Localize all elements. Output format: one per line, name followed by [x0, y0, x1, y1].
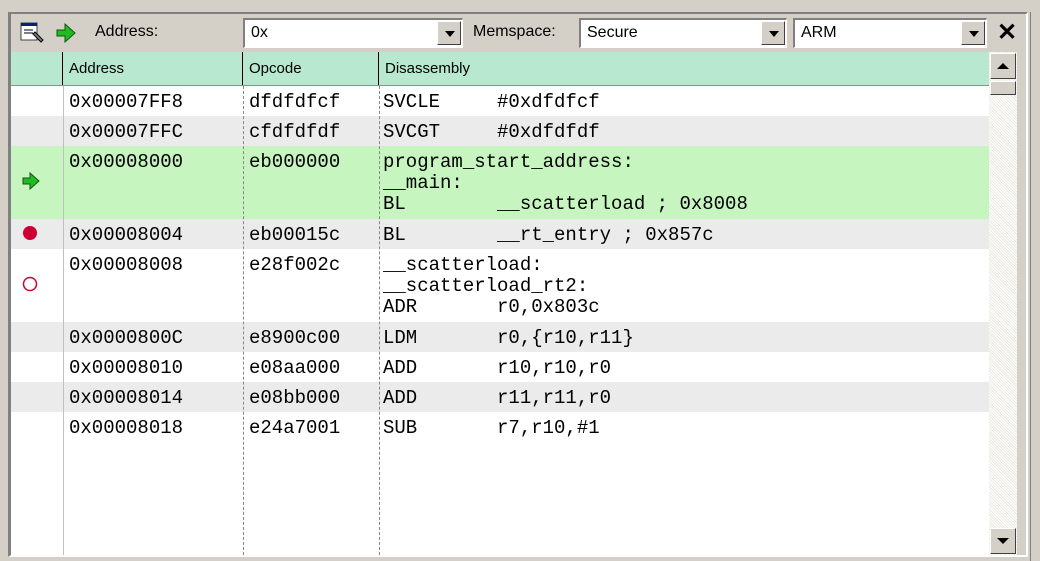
opcode-cell: e24a7001: [249, 417, 341, 439]
disassembly-cell: ADD r10,r10,r0: [383, 357, 612, 379]
row-gutter[interactable]: [11, 249, 63, 322]
disassembly-cell: ADD r11,r11,r0: [383, 387, 612, 409]
opcode-cell: eb000000: [249, 151, 341, 173]
disassembly-cell: LDM r0,{r10,r11}: [383, 327, 634, 349]
column-header-opcode[interactable]: Opcode: [243, 52, 379, 85]
address-cell: 0x00007FFC: [69, 121, 184, 143]
address-cell: 0x00008000: [69, 151, 184, 173]
memspace-label: Memspace:: [473, 23, 556, 40]
address-dropdown-button[interactable]: [437, 21, 461, 45]
address-cell: 0x00007FF8: [69, 91, 184, 113]
instruction-mode-value: ARM: [801, 24, 837, 41]
memspace-dropdown-button[interactable]: [761, 21, 785, 45]
toolbar: Address: 0x Memspace: Secure ARM ✕: [11, 14, 1026, 52]
go-to-pc-arrow-icon[interactable]: [53, 20, 79, 46]
disassembly-row[interactable]: 0x00008014 e08bb000 ADD r11,r11,r0: [11, 382, 989, 412]
disassembly-row[interactable]: 0x00008010 e08aa000 ADD r10,r10,r0: [11, 352, 989, 382]
address-input[interactable]: 0x: [251, 24, 268, 42]
opcode-cell: e28f002c: [249, 254, 341, 276]
address-label: Address:: [95, 23, 159, 40]
column-header-address[interactable]: Address: [63, 52, 243, 85]
disassembly-cell: __scatterload:: [383, 254, 543, 276]
memspace-combo[interactable]: Secure: [579, 18, 787, 48]
disassembly-cell: __scatterload_rt2:: [383, 275, 589, 297]
address-cell: 0x00008010: [69, 357, 184, 379]
opcode-cell: cfdfdfdf: [249, 121, 341, 143]
breakpoint-icon: [21, 223, 41, 248]
column-separator: [63, 86, 64, 555]
column-separator: [243, 86, 244, 555]
disassembly-cell: BL __rt_entry ; 0x857c: [383, 224, 714, 246]
row-gutter[interactable]: [11, 322, 63, 352]
properties-icon[interactable]: [19, 20, 45, 46]
disassembly-cell: BL __scatterload ; 0x8008: [383, 193, 748, 215]
chevron-up-icon: [997, 63, 1009, 69]
opcode-cell: e08aa000: [249, 357, 341, 379]
scroll-down-button[interactable]: [990, 528, 1016, 554]
column-header-disassembly[interactable]: Disassembly: [379, 52, 989, 85]
disassembly-cell: __main:: [383, 172, 463, 194]
disassembly-row[interactable]: 0x00007FF8 dfdfdfcf SVCLE #0xdfdfcf: [11, 86, 989, 116]
address-cell: 0x00008014: [69, 387, 184, 409]
current-pc-arrow-icon: [21, 171, 41, 196]
disassembly-row[interactable]: 0x00007FFC cfdfdfdf SVCGT #0xdfdfdf: [11, 116, 989, 146]
disassembly-window: Address: 0x Memspace: Secure ARM ✕ Addre…: [8, 12, 1028, 557]
disassembly-row[interactable]: 0x00008000 eb000000 program_start_address:…: [11, 146, 989, 219]
row-gutter[interactable]: [11, 412, 63, 442]
disassembly-row[interactable]: 0x00008008 e28f002c __scatterload: __scatte…: [11, 249, 989, 322]
opcode-cell: eb00015c: [249, 224, 341, 246]
disassembly-row[interactable]: 0x00008018 e24a7001 SUB r7,r10,#1: [11, 412, 989, 442]
adjacent-pane-edge: [1030, 12, 1040, 561]
address-cell: 0x00008008: [69, 254, 184, 276]
disassembly-row[interactable]: 0x00008004 eb00015c BL __rt_entry ; 0x857c: [11, 219, 989, 249]
column-separator: [379, 86, 380, 555]
address-cell: 0x0000800C: [69, 327, 184, 349]
address-combo[interactable]: 0x: [243, 18, 463, 48]
disassembly-cell: SVCGT #0xdfdfdf: [383, 121, 600, 143]
disassembly-cell: program_start_address:: [383, 151, 634, 173]
disabled-breakpoint-icon: [21, 274, 41, 299]
instruction-mode-dropdown-button[interactable]: [961, 21, 985, 45]
address-cell: 0x00008018: [69, 417, 184, 439]
opcode-cell: e8900c00: [249, 327, 341, 349]
close-button[interactable]: ✕: [994, 20, 1020, 46]
row-gutter[interactable]: [11, 219, 63, 249]
scroll-thumb[interactable]: [990, 81, 1016, 95]
disassembly-grid: Address Opcode Disassembly 0x00007FF8 dfd…: [11, 52, 989, 555]
row-gutter[interactable]: [11, 146, 63, 219]
row-gutter[interactable]: [11, 352, 63, 382]
column-header-row: Address Opcode Disassembly: [11, 52, 989, 86]
disassembly-cell: ADR r0,0x803c: [383, 296, 600, 318]
address-cell: 0x00008004: [69, 224, 184, 246]
opcode-cell: e08bb000: [249, 387, 341, 409]
disassembly-cell: SUB r7,r10,#1: [383, 417, 600, 439]
row-gutter[interactable]: [11, 382, 63, 412]
vertical-scrollbar[interactable]: [989, 52, 1017, 555]
chevron-down-icon: [997, 538, 1009, 544]
memspace-value: Secure: [587, 24, 638, 41]
row-gutter[interactable]: [11, 116, 63, 146]
opcode-cell: dfdfdfcf: [249, 91, 341, 113]
gutter-header: [11, 52, 63, 85]
disassembly-cell: SVCLE #0xdfdfcf: [383, 91, 600, 113]
disassembly-row[interactable]: 0x0000800C e8900c00 LDM r0,{r10,r11}: [11, 322, 989, 352]
row-gutter[interactable]: [11, 86, 63, 116]
scroll-up-button[interactable]: [990, 53, 1016, 79]
instruction-mode-combo[interactable]: ARM: [793, 18, 987, 48]
